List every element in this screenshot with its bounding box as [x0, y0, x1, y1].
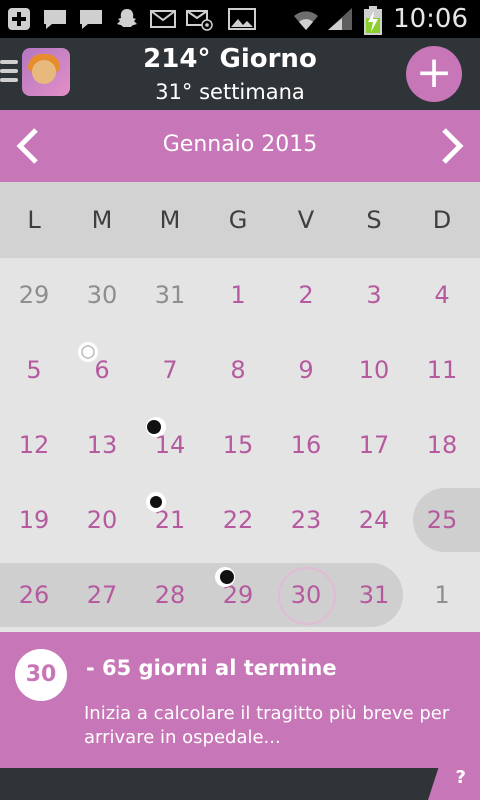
weekday-label: V: [297, 206, 315, 234]
calendar-day[interactable]: 9: [272, 333, 340, 408]
weekday-label: S: [366, 206, 382, 234]
countdown-tip: Inizia a calcolare il tragitto più breve…: [84, 703, 450, 748]
message-icon: [78, 6, 104, 32]
weekday-label: M: [159, 206, 181, 234]
countdown-panel[interactable]: 30 - 65 giorni al termine Inizia a calco…: [0, 632, 480, 768]
app-header: 214° Giorno 31° settimana +: [0, 38, 480, 110]
full-moon-icon: [78, 342, 98, 362]
calendar-day[interactable]: 25: [408, 483, 476, 558]
calendar-day[interactable]: 26: [0, 558, 68, 633]
calendar-day[interactable]: 7: [136, 333, 204, 408]
message-icon: [42, 6, 68, 32]
day-badge: 30: [15, 649, 67, 701]
calendar-day[interactable]: 24: [340, 483, 408, 558]
calendar-day[interactable]: 16: [272, 408, 340, 483]
weekday-label: G: [228, 206, 248, 234]
mail-at-icon: [186, 6, 213, 32]
calendar-day[interactable]: 29: [0, 258, 68, 333]
calendar-day[interactable]: 19: [0, 483, 68, 558]
countdown-title: - 65 giorni al termine: [86, 656, 337, 680]
add-icon: [6, 6, 32, 32]
calendar-day[interactable]: 20: [68, 483, 136, 558]
calendar-day[interactable]: 2: [272, 258, 340, 333]
weekday-header: L M M G V S D: [0, 182, 480, 258]
week-count: 31° settimana: [155, 80, 305, 104]
menu-icon[interactable]: [0, 60, 18, 84]
month-title: Gennaio 2015: [162, 132, 318, 157]
last-quarter-icon: [146, 417, 166, 437]
calendar-day[interactable]: 12: [0, 408, 68, 483]
calendar-day[interactable]: 11: [408, 333, 476, 408]
calendar-day[interactable]: 15: [204, 408, 272, 483]
day-count: 214° Giorno: [143, 44, 317, 74]
chevron-right-icon[interactable]: [430, 126, 470, 166]
wifi-icon: [292, 6, 318, 32]
calendar-day[interactable]: 10: [340, 333, 408, 408]
calendar-day[interactable]: 28: [136, 558, 204, 633]
bottom-bar: [0, 768, 480, 800]
calendar-day[interactable]: 17: [340, 408, 408, 483]
calendar-day[interactable]: 22: [204, 483, 272, 558]
image-icon: [228, 6, 256, 32]
snapchat-icon: [114, 6, 140, 32]
month-navigation: Gennaio 2015: [0, 110, 480, 182]
calendar-day-today[interactable]: 30: [272, 558, 340, 633]
weekday-label: L: [27, 206, 41, 234]
new-moon-icon: [146, 492, 166, 512]
calendar-grid: 29 30 31 1 2 3 4 5 6 7 8 9 10 11 12 13 1…: [0, 258, 480, 632]
add-button[interactable]: +: [406, 46, 462, 102]
calendar-day[interactable]: 5: [0, 333, 68, 408]
weekday-label: M: [91, 206, 113, 234]
calendar-day[interactable]: 13: [68, 408, 136, 483]
calendar-day[interactable]: 1: [408, 558, 476, 633]
battery-charging-icon: [360, 6, 386, 35]
chevron-left-icon[interactable]: [10, 126, 50, 166]
calendar-day[interactable]: 27: [68, 558, 136, 633]
status-bar: 10:06: [0, 0, 480, 38]
calendar-day[interactable]: 31: [340, 558, 408, 633]
app-logo[interactable]: [22, 48, 70, 96]
first-quarter-icon: [215, 567, 235, 587]
calendar-day[interactable]: 31: [136, 258, 204, 333]
calendar-day[interactable]: 3: [340, 258, 408, 333]
signal-icon: [326, 6, 352, 32]
calendar-day[interactable]: 4: [408, 258, 476, 333]
calendar-day[interactable]: 1: [204, 258, 272, 333]
weekday-label: D: [432, 206, 452, 234]
calendar-day[interactable]: 8: [204, 333, 272, 408]
mail-icon: [150, 6, 176, 32]
calendar-day[interactable]: 23: [272, 483, 340, 558]
calendar-day[interactable]: 30: [68, 258, 136, 333]
calendar-day[interactable]: 18: [408, 408, 476, 483]
clock: 10:06: [393, 4, 468, 34]
